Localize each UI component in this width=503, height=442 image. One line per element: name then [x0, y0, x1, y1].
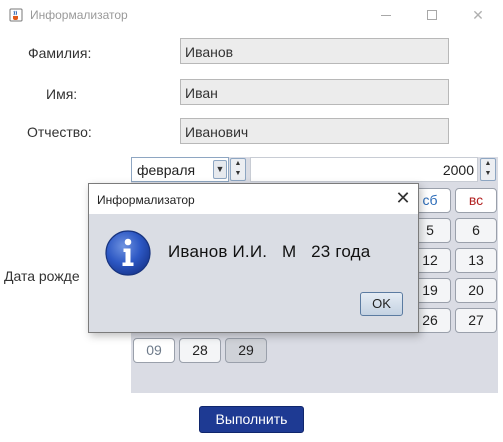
info-dialog: Информализатор ✕ Иванов И.И. М 23 года O…	[88, 183, 419, 333]
java-cup-icon	[9, 8, 23, 22]
title-bar[interactable]: Информализатор ✕	[0, 0, 503, 30]
information-icon	[105, 230, 151, 276]
weekday-header-sun: вс	[455, 188, 497, 213]
main-window: Информализатор ✕ Фамилия: Иванов Имя: Ив…	[0, 0, 503, 442]
patronymic-label: Отчество:	[27, 124, 92, 140]
day-button[interactable]: 13	[455, 248, 497, 273]
execute-button[interactable]: Выполнить	[199, 406, 304, 433]
close-icon: ✕	[395, 188, 411, 208]
name-field[interactable]: Иван	[180, 79, 449, 105]
patronymic-field[interactable]: Иванович	[180, 118, 449, 144]
month-value: февраля	[137, 162, 196, 178]
close-button[interactable]: ✕	[455, 0, 501, 30]
surname-field[interactable]: Иванов	[180, 38, 449, 64]
surname-label: Фамилия:	[28, 45, 92, 61]
close-icon: ✕	[472, 6, 484, 23]
dialog-close-button[interactable]: ✕	[391, 187, 415, 211]
minimize-button[interactable]	[363, 0, 409, 30]
window-title: Информализатор	[30, 8, 128, 22]
day-button-other-month[interactable]: 09	[133, 338, 175, 363]
day-button[interactable]: 28	[179, 338, 221, 363]
day-button[interactable]: 20	[455, 278, 497, 303]
year-field[interactable]: 2000	[250, 157, 478, 182]
birthdate-label: Дата рожде	[4, 268, 80, 284]
chevron-down-icon[interactable]: ▼	[213, 160, 227, 179]
day-button[interactable]: 6	[455, 218, 497, 243]
dialog-title-bar[interactable]: Информализатор ✕	[89, 184, 418, 214]
dialog-title: Информализатор	[97, 193, 195, 207]
name-label: Имя:	[46, 86, 78, 102]
year-spinner[interactable]: ▲ ▼	[480, 158, 496, 181]
maximize-icon	[427, 10, 437, 20]
dialog-message: Иванов И.И. М 23 года	[168, 242, 371, 261]
day-button-selected[interactable]: 29	[225, 338, 267, 363]
month-spinner[interactable]: ▲ ▼	[230, 158, 246, 181]
day-button[interactable]: 27	[455, 308, 497, 333]
month-select[interactable]: февраля ▼	[131, 157, 229, 182]
ok-button[interactable]: OK	[360, 292, 403, 316]
maximize-button[interactable]	[409, 0, 455, 30]
minimize-icon	[381, 14, 391, 16]
